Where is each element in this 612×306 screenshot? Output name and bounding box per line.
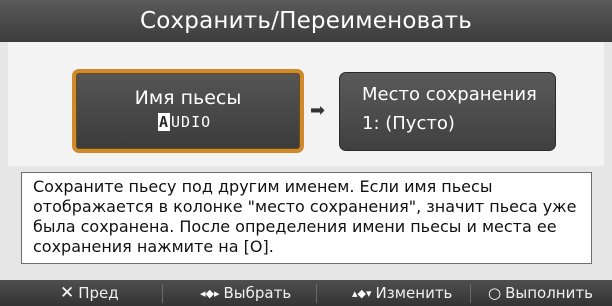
song-name-rest: UDIO: [171, 113, 212, 131]
text-cursor-char[interactable]: A: [158, 113, 171, 131]
select-button-label: Выбрать: [223, 284, 292, 302]
select-button[interactable]: ◂◆▸ Выбрать: [200, 280, 291, 306]
execute-button-label: Выполнить: [505, 284, 593, 302]
song-name-label: Имя пьесы: [134, 87, 242, 109]
prev-button-label: Пред: [78, 284, 119, 302]
song-name-value[interactable]: A UDIO: [158, 113, 211, 131]
prev-button[interactable]: ✕ Пред: [60, 280, 119, 306]
footer-divider: [316, 284, 317, 303]
save-location-field[interactable]: Место сохранения 1: (Пусто): [339, 72, 556, 151]
dialog-title: Сохранить/Переименовать: [0, 0, 612, 42]
change-button[interactable]: ▴◆▾ Изменить: [352, 280, 452, 306]
selection-area: Имя пьесы A UDIO ➡ Место сохранения 1: (…: [8, 42, 604, 166]
up-down-arrows-icon: ▴◆▾: [352, 286, 372, 300]
close-x-icon: ✕: [60, 283, 75, 303]
song-name-field[interactable]: Имя пьесы A UDIO: [72, 69, 304, 153]
save-location-label: Место сохранения: [362, 84, 537, 105]
footer-divider: [162, 284, 163, 303]
change-button-label: Изменить: [375, 284, 453, 302]
execute-button[interactable]: ○ Выполнить: [488, 280, 593, 306]
left-right-arrows-icon: ◂◆▸: [200, 286, 220, 300]
footer-bar: ✕ Пред ◂◆▸ Выбрать ▴◆▾ Изменить ○ Выполн…: [0, 280, 612, 306]
save-location-value: 1: (Пусто): [362, 113, 455, 134]
circle-o-icon: ○: [488, 284, 502, 302]
dialog-title-text: Сохранить/Переименовать: [139, 8, 473, 34]
footer-divider: [470, 284, 471, 303]
right-arrow-icon: ➡: [310, 100, 326, 121]
help-description: Сохраните пьесу под другим именем. Если …: [21, 172, 592, 264]
